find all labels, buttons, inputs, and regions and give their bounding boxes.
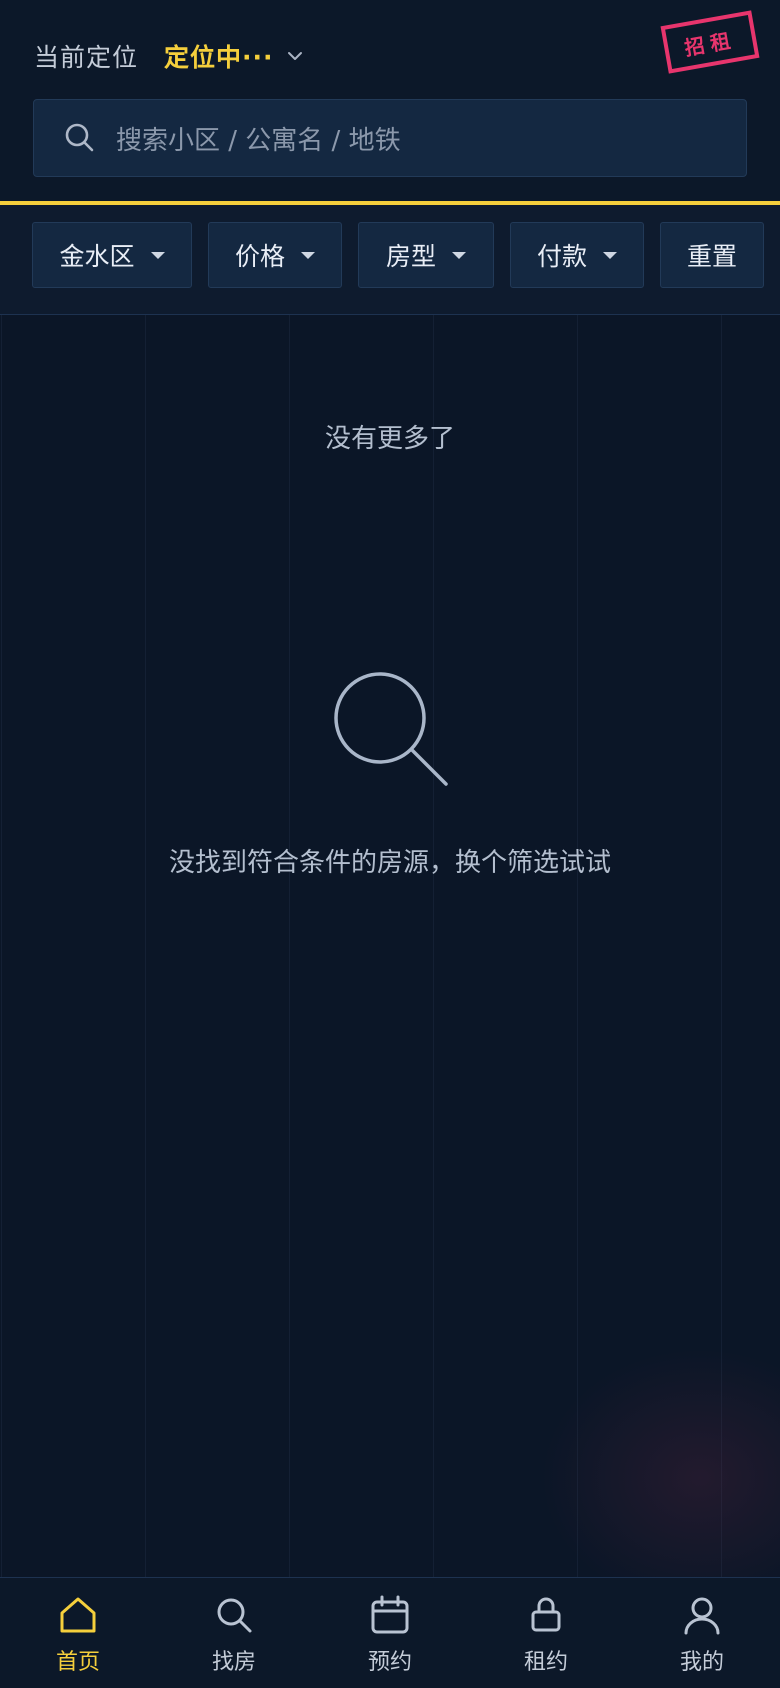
filter-room-type-label: 房型 xyxy=(385,242,436,271)
tab-lease[interactable]: 租约 xyxy=(468,1578,624,1688)
caret-down-icon xyxy=(452,251,466,259)
tab-lease-label: 租约 xyxy=(523,1650,568,1675)
tab-mine-label: 我的 xyxy=(679,1650,724,1675)
stamp-label: 招租 xyxy=(682,27,738,60)
location-value[interactable]: 定位中··· xyxy=(164,38,274,74)
tab-home-label: 首页 xyxy=(55,1650,100,1675)
tab-home[interactable]: 首页 xyxy=(0,1578,156,1688)
location-selector[interactable]: 当前定位 定位中··· xyxy=(34,36,304,76)
filter-district[interactable]: 金水区 xyxy=(32,222,192,288)
background-grid xyxy=(0,315,780,1577)
search-input[interactable]: 搜索小区 / 公寓名 / 地铁 xyxy=(33,99,747,177)
filter-payment[interactable]: 付款 xyxy=(510,222,644,288)
filter-price[interactable]: 价格 xyxy=(208,222,342,288)
caret-down-icon xyxy=(301,251,315,259)
filter-bar: 金水区 价格 房型 付款 重置 xyxy=(0,205,780,315)
tab-find[interactable]: 找房 xyxy=(156,1578,312,1688)
background-glow xyxy=(540,1348,780,1608)
home-icon xyxy=(60,1597,96,1633)
app-page: 当前定位 定位中··· 招租 搜索小区 / 公寓名 / 地铁 金水区 价格 房型… xyxy=(0,0,780,1688)
location-label: 当前定位 xyxy=(34,43,139,72)
lock-icon xyxy=(531,1597,561,1632)
list-end-text: 没有更多了 xyxy=(324,424,455,454)
search-icon xyxy=(65,123,94,152)
tab-booking[interactable]: 预约 xyxy=(312,1578,468,1688)
caret-down-icon xyxy=(603,251,617,259)
header: 当前定位 定位中··· 招租 搜索小区 / 公寓名 / 地铁 xyxy=(0,0,780,204)
chevron-down-icon[interactable] xyxy=(286,47,304,65)
calendar-icon xyxy=(371,1595,409,1634)
reset-button[interactable]: 重置 xyxy=(660,222,764,288)
empty-state-message: 没找到符合条件的房源，换个筛选试试 xyxy=(168,848,611,878)
caret-down-icon xyxy=(150,251,165,259)
filter-district-label: 金水区 xyxy=(59,242,135,271)
filter-payment-label: 付款 xyxy=(536,242,587,271)
filter-price-label: 价格 xyxy=(234,242,285,271)
search-placeholder: 搜索小区 / 公寓名 / 地铁 xyxy=(116,125,401,156)
user-icon xyxy=(684,1597,720,1635)
tab-mine[interactable]: 我的 xyxy=(624,1578,780,1688)
reset-label: 重置 xyxy=(686,242,737,271)
rent-out-stamp[interactable]: 招租 xyxy=(660,10,760,74)
empty-search-icon xyxy=(334,672,448,786)
tab-booking-label: 预约 xyxy=(367,1650,412,1675)
filter-room-type[interactable]: 房型 xyxy=(358,222,494,288)
bottom-nav: 首页 找房 预约 租约 我的 xyxy=(0,1577,780,1688)
search-icon xyxy=(217,1598,252,1633)
tab-find-label: 找房 xyxy=(211,1650,256,1675)
